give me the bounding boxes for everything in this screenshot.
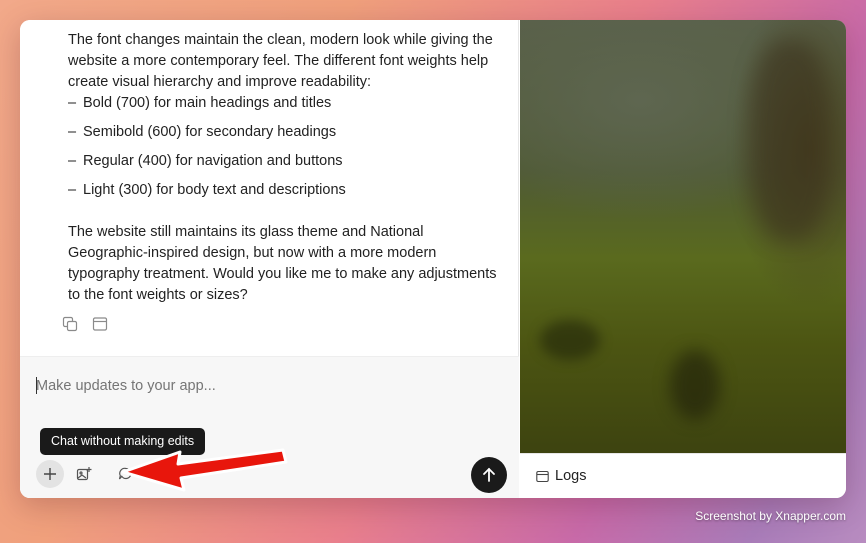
annotation-arrow <box>121 448 288 492</box>
bullet-list: – Bold (700) for main headings and titles… <box>68 93 498 209</box>
list-item: – Light (300) for body text and descripti… <box>68 182 346 198</box>
logs-label: Logs <box>555 468 587 484</box>
app-preview[interactable] <box>520 20 846 453</box>
panel-icon[interactable] <box>92 316 108 332</box>
watermark: Screenshot by Xnapper.com <box>695 509 846 523</box>
list-item: – Semibold (600) for secondary headings <box>68 124 337 140</box>
window-icon <box>536 470 549 482</box>
add-image-button[interactable] <box>70 460 98 488</box>
image-plus-icon <box>76 467 92 481</box>
message-intro: The font changes maintain the clean, mod… <box>68 32 493 90</box>
message-closing: The website still maintains its glass th… <box>68 224 497 303</box>
preview-shape <box>540 320 600 360</box>
text-caret <box>36 377 37 394</box>
logs-button[interactable]: Logs <box>520 453 846 498</box>
list-item: – Bold (700) for main headings and titles <box>68 95 332 111</box>
chat-panel: The font changes maintain the clean, mod… <box>20 20 519 498</box>
arrow-up-icon <box>483 467 495 482</box>
prompt-input[interactable] <box>36 375 496 397</box>
assistant-message: The font changes maintain the clean, mod… <box>68 30 498 306</box>
message-actions <box>62 316 108 332</box>
copy-icon[interactable] <box>62 316 78 332</box>
preview-shape <box>750 40 830 240</box>
send-button[interactable] <box>471 457 507 493</box>
plus-icon <box>44 468 56 480</box>
preview-shape <box>670 350 720 420</box>
list-item: – Regular (400) for navigation and button… <box>68 153 343 169</box>
add-button[interactable] <box>36 460 64 488</box>
app-window: The font changes maintain the clean, mod… <box>20 20 846 498</box>
